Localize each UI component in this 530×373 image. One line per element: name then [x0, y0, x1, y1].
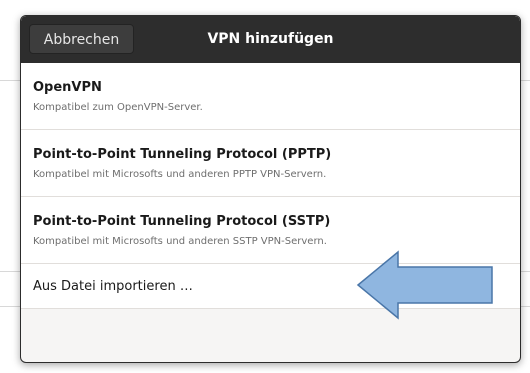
option-title: Aus Datei importieren … [33, 279, 193, 294]
vpn-option-pptp[interactable]: Point-to-Point Tunneling Protocol (PPTP)… [21, 130, 520, 197]
option-subtitle: Kompatibel mit Microsofts und anderen PP… [33, 169, 327, 180]
cancel-button[interactable]: Abbrechen [29, 24, 134, 54]
option-title: Point-to-Point Tunneling Protocol (PPTP) [33, 147, 332, 162]
annotation-arrow-icon [356, 250, 493, 320]
dialog-header: Abbrechen VPN hinzufügen [21, 16, 520, 63]
option-title: Point-to-Point Tunneling Protocol (SSTP) [33, 214, 331, 229]
option-subtitle: Kompatibel zum OpenVPN-Server. [33, 102, 203, 113]
option-subtitle: Kompatibel mit Microsofts und anderen SS… [33, 236, 327, 247]
vpn-option-openvpn[interactable]: OpenVPN Kompatibel zum OpenVPN-Server. [21, 63, 520, 130]
option-title: OpenVPN [33, 80, 102, 95]
